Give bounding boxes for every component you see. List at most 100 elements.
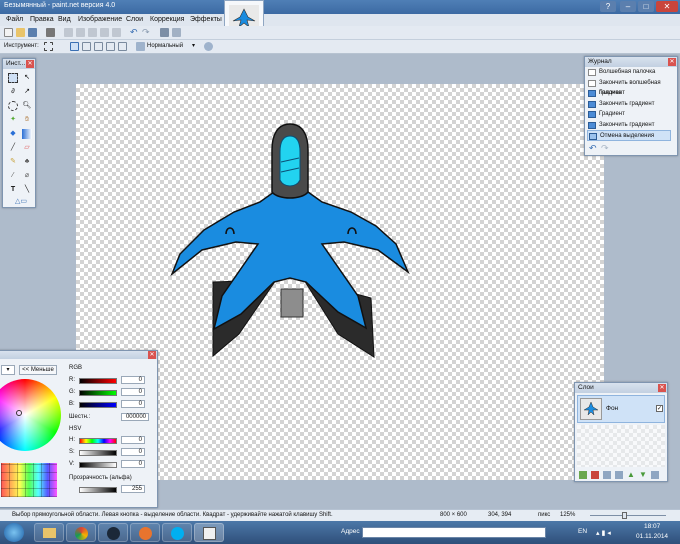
- chevron-down-icon[interactable]: ▾: [192, 42, 195, 49]
- layer-properties-icon[interactable]: [651, 471, 659, 479]
- redo-icon[interactable]: ↷: [601, 143, 609, 154]
- cut-icon[interactable]: [64, 28, 73, 37]
- blue-slider[interactable]: [79, 402, 117, 408]
- open-folder-icon[interactable]: [16, 28, 25, 37]
- hex-input[interactable]: 000000: [121, 413, 149, 421]
- menu-layers[interactable]: Слои: [126, 16, 143, 23]
- address-input[interactable]: [362, 527, 546, 538]
- move-selection-icon[interactable]: ↗: [22, 87, 32, 97]
- saturation-input[interactable]: 0: [121, 448, 145, 456]
- pencil-tool-icon[interactable]: ✎: [8, 157, 18, 167]
- merge-layer-icon[interactable]: [615, 471, 623, 479]
- selection-mode-exclude-icon[interactable]: [94, 42, 103, 51]
- clone-stamp-icon[interactable]: ♣: [22, 157, 32, 167]
- selection-mode-intersect-icon[interactable]: [106, 42, 115, 51]
- start-button[interactable]: [4, 523, 24, 542]
- grid-icon[interactable]: [160, 28, 169, 37]
- menu-edit[interactable]: Правка: [30, 16, 54, 23]
- taskbar-explorer[interactable]: [34, 523, 64, 542]
- crop-icon[interactable]: [100, 28, 109, 37]
- menu-view[interactable]: Вид: [58, 16, 71, 23]
- print-icon[interactable]: [46, 28, 55, 37]
- taskbar-steam[interactable]: [98, 523, 128, 542]
- shapes-tool-icon[interactable]: △▭: [11, 197, 31, 207]
- history-item[interactable]: Закончить градиент: [587, 120, 671, 131]
- value-slider[interactable]: [79, 462, 117, 468]
- color-wheel-cursor[interactable]: [16, 410, 22, 416]
- language-indicator[interactable]: EN: [578, 528, 587, 535]
- value-input[interactable]: 0: [121, 460, 145, 468]
- tray-icons[interactable]: ▴ ▮ ◂: [596, 529, 611, 537]
- hue-input[interactable]: 0: [121, 436, 145, 444]
- blue-input[interactable]: 0: [121, 400, 145, 408]
- selection-mode-union-icon[interactable]: [82, 42, 91, 51]
- saturation-slider[interactable]: [79, 450, 117, 456]
- history-item-selected[interactable]: Отмена выделения: [587, 130, 671, 141]
- delete-layer-icon[interactable]: [591, 471, 599, 479]
- layer-row[interactable]: Фон ✓: [577, 395, 665, 423]
- close-icon[interactable]: ✕: [658, 384, 666, 392]
- green-slider[interactable]: [79, 390, 117, 396]
- close-icon[interactable]: ✕: [26, 60, 34, 68]
- zoom-level[interactable]: 125%: [560, 512, 575, 518]
- rectangle-select-tool-icon[interactable]: [44, 42, 53, 51]
- red-slider[interactable]: [79, 378, 117, 384]
- eraser-tool-icon[interactable]: ▱: [22, 143, 32, 153]
- hue-slider[interactable]: [79, 438, 117, 444]
- color-mode-dropdown[interactable]: ▾: [1, 365, 15, 375]
- close-button[interactable]: ✕: [656, 1, 678, 12]
- minimize-button[interactable]: –: [620, 1, 636, 12]
- selection-mode-replace-icon[interactable]: [70, 42, 79, 51]
- close-icon[interactable]: ✕: [148, 351, 156, 359]
- menu-image[interactable]: Изображение: [78, 16, 122, 23]
- taskbar-app[interactable]: [130, 523, 160, 542]
- zoom-slider[interactable]: [590, 515, 666, 516]
- gradient-tool-icon[interactable]: [22, 129, 32, 139]
- add-layer-icon[interactable]: [579, 471, 587, 479]
- line-tool-icon[interactable]: ╲: [22, 185, 32, 195]
- alpha-input[interactable]: 255: [121, 485, 145, 493]
- move-layer-up-icon[interactable]: ▲: [627, 470, 635, 479]
- paint-bucket-icon[interactable]: ◆: [8, 129, 18, 139]
- history-item[interactable]: Закончить волшебная палочка: [587, 78, 671, 96]
- red-input[interactable]: 0: [121, 376, 145, 384]
- color-wheel[interactable]: [0, 379, 61, 451]
- menu-adjustments[interactable]: Коррекция: [150, 16, 184, 23]
- zoom-tool-icon[interactable]: 🔍︎: [22, 101, 32, 111]
- settings-icon[interactable]: [172, 28, 181, 37]
- brush-tool-icon[interactable]: ╱: [8, 143, 18, 153]
- menu-effects[interactable]: Эффекты: [190, 16, 222, 23]
- close-icon[interactable]: ✕: [668, 58, 676, 66]
- redo-icon[interactable]: ↷: [142, 28, 151, 37]
- taskbar-paintnet[interactable]: [194, 523, 224, 542]
- ellipse-select-tool-icon[interactable]: [8, 101, 18, 111]
- alpha-slider[interactable]: [79, 487, 117, 493]
- rectangle-select-tool-icon[interactable]: [8, 73, 18, 83]
- undo-icon[interactable]: ↶: [130, 28, 139, 37]
- clock-date[interactable]: 01.11.2014: [636, 533, 668, 540]
- help-icon[interactable]: ?: [600, 1, 616, 12]
- magic-wand-icon[interactable]: ✦: [8, 115, 18, 125]
- save-icon[interactable]: [28, 28, 37, 37]
- green-input[interactable]: 0: [121, 388, 145, 396]
- taskbar-chrome[interactable]: [66, 523, 96, 542]
- history-item[interactable]: Градиент: [587, 88, 671, 99]
- blend-mode-select[interactable]: Нормальный: [147, 43, 183, 49]
- less-button[interactable]: << Меньше: [19, 365, 57, 375]
- paste-icon[interactable]: [88, 28, 97, 37]
- recolor-tool-icon[interactable]: ⌀: [22, 171, 32, 181]
- deselect-icon[interactable]: [112, 28, 121, 37]
- color-picker-icon[interactable]: ⁄: [8, 171, 18, 181]
- history-item[interactable]: Закончить градиент: [587, 99, 671, 110]
- duplicate-layer-icon[interactable]: [603, 471, 611, 479]
- antialias-icon[interactable]: [204, 42, 213, 51]
- history-item[interactable]: Градиент: [587, 109, 671, 120]
- menu-file[interactable]: Файл: [6, 16, 23, 23]
- selection-mode-invert-icon[interactable]: [118, 42, 127, 51]
- taskbar-skype[interactable]: [162, 523, 192, 542]
- zoom-slider-handle[interactable]: [622, 512, 627, 519]
- maximize-button[interactable]: □: [638, 1, 654, 12]
- new-file-icon[interactable]: [4, 28, 13, 37]
- move-layer-down-icon[interactable]: ▼: [639, 470, 647, 479]
- units-select[interactable]: пикс: [538, 512, 550, 518]
